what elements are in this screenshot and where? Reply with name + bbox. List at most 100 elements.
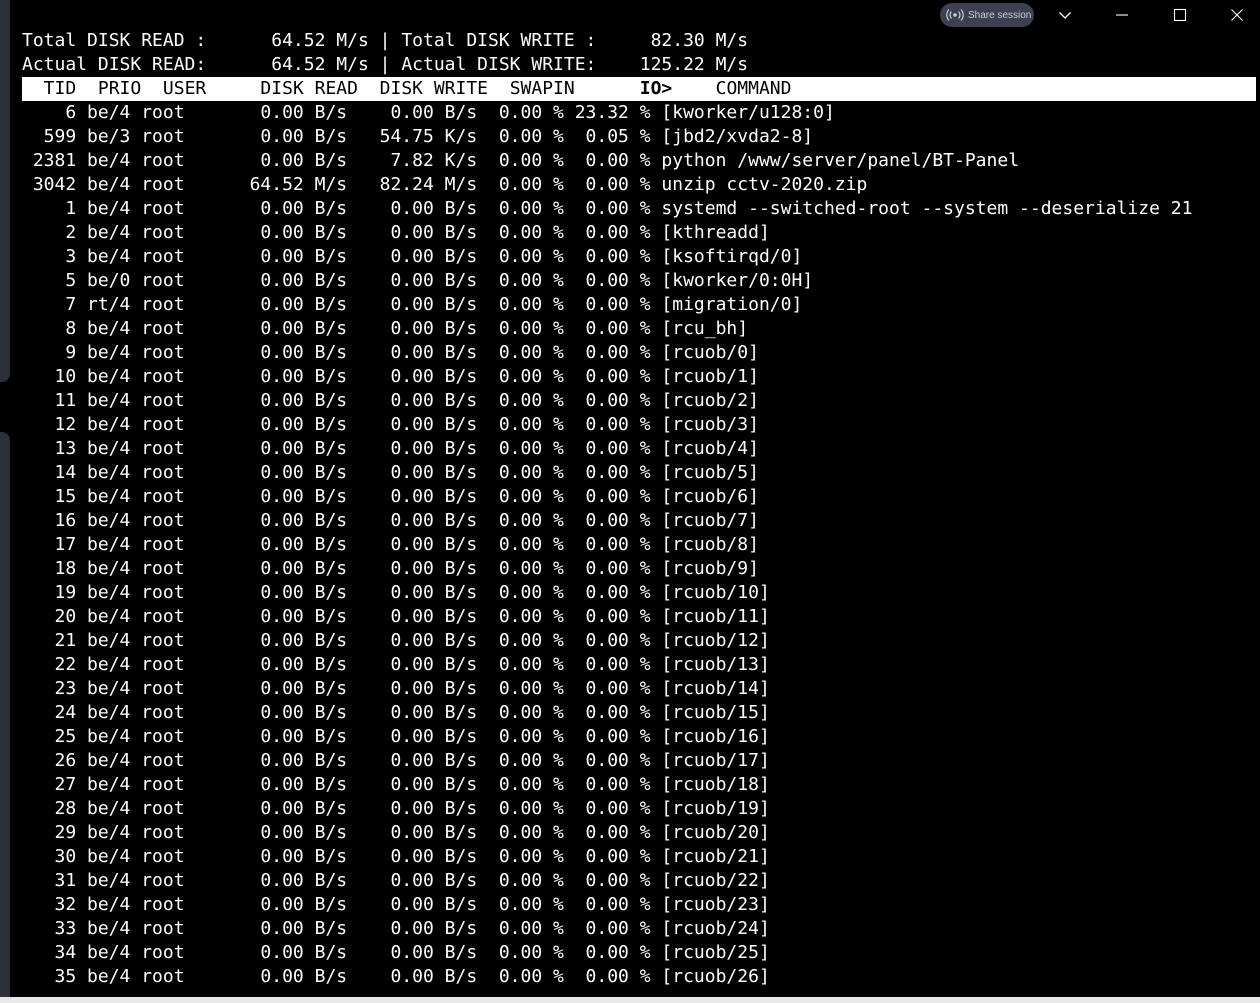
row-tid: 30	[22, 846, 77, 867]
row-command: [rcuob/14]	[650, 678, 770, 699]
row-user: root	[130, 966, 239, 987]
row-disk-write: 0.00 B/s	[347, 510, 478, 531]
maximize-button[interactable]	[1160, 0, 1200, 30]
process-row[interactable]: 599 be/3 root 0.00 B/s 54.75 K/s 0.00 % …	[22, 125, 1256, 149]
process-row[interactable]: 29 be/4 root 0.00 B/s 0.00 B/s 0.00 % 0.…	[22, 821, 1256, 845]
process-row[interactable]: 27 be/4 root 0.00 B/s 0.00 B/s 0.00 % 0.…	[22, 773, 1256, 797]
row-disk-read: 0.00 B/s	[238, 366, 348, 387]
process-row[interactable]: 28 be/4 root 0.00 B/s 0.00 B/s 0.00 % 0.…	[22, 797, 1256, 821]
column-disk-read[interactable]: DISK READ	[250, 78, 358, 99]
process-row[interactable]: 3042 be/4 root 64.52 M/s 82.24 M/s 0.00 …	[22, 173, 1256, 197]
share-session-button[interactable]: Share session	[940, 3, 1034, 27]
row-disk-write: 0.00 B/s	[347, 222, 478, 243]
row-prio: rt/4	[76, 294, 131, 315]
close-button[interactable]	[1217, 0, 1257, 30]
column-io-sorted[interactable]: IO>	[575, 78, 673, 99]
process-row[interactable]: 26 be/4 root 0.00 B/s 0.00 B/s 0.00 % 0.…	[22, 749, 1256, 773]
column-prio[interactable]: PRIO	[76, 78, 141, 99]
row-disk-read: 0.00 B/s	[238, 462, 348, 483]
row-io: 0.00 %	[563, 726, 651, 747]
broadcast-icon	[946, 9, 964, 21]
iotop-output[interactable]: Total DISK READ : 64.52 M/s | Total DISK…	[22, 29, 1256, 989]
row-user: root	[130, 774, 239, 795]
row-swapin: 0.00 %	[477, 510, 564, 531]
row-swapin: 0.00 %	[477, 870, 564, 891]
row-command: [rcuob/12]	[650, 630, 770, 651]
column-disk-write[interactable]: DISK WRITE	[358, 78, 488, 99]
process-row[interactable]: 16 be/4 root 0.00 B/s 0.00 B/s 0.00 % 0.…	[22, 509, 1256, 533]
process-row[interactable]: 13 be/4 root 0.00 B/s 0.00 B/s 0.00 % 0.…	[22, 437, 1256, 461]
column-command[interactable]: COMMAND	[672, 78, 792, 99]
process-row[interactable]: 35 be/4 root 0.00 B/s 0.00 B/s 0.00 % 0.…	[22, 965, 1256, 989]
process-row[interactable]: 17 be/4 root 0.00 B/s 0.00 B/s 0.00 % 0.…	[22, 533, 1256, 557]
minimize-button[interactable]	[1102, 0, 1142, 30]
process-row[interactable]: 1 be/4 root 0.00 B/s 0.00 B/s 0.00 % 0.0…	[22, 197, 1256, 221]
row-swapin: 0.00 %	[477, 918, 564, 939]
process-row[interactable]: 8 be/4 root 0.00 B/s 0.00 B/s 0.00 % 0.0…	[22, 317, 1256, 341]
row-tid: 2	[22, 222, 77, 243]
process-row[interactable]: 12 be/4 root 0.00 B/s 0.00 B/s 0.00 % 0.…	[22, 413, 1256, 437]
process-row[interactable]: 22 be/4 root 0.00 B/s 0.00 B/s 0.00 % 0.…	[22, 653, 1256, 677]
row-prio: be/4	[76, 846, 131, 867]
process-row[interactable]: 9 be/4 root 0.00 B/s 0.00 B/s 0.00 % 0.0…	[22, 341, 1256, 365]
process-row[interactable]: 19 be/4 root 0.00 B/s 0.00 B/s 0.00 % 0.…	[22, 581, 1256, 605]
row-prio: be/4	[76, 870, 131, 891]
process-row[interactable]: 18 be/4 root 0.00 B/s 0.00 B/s 0.00 % 0.…	[22, 557, 1256, 581]
process-row[interactable]: 34 be/4 root 0.00 B/s 0.00 B/s 0.00 % 0.…	[22, 941, 1256, 965]
actual-read-value: 64.52 M/s	[217, 54, 369, 75]
process-row[interactable]: 24 be/4 root 0.00 B/s 0.00 B/s 0.00 % 0.…	[22, 701, 1256, 725]
row-io: 0.00 %	[563, 606, 651, 627]
process-row[interactable]: 23 be/4 root 0.00 B/s 0.00 B/s 0.00 % 0.…	[22, 677, 1256, 701]
column-tid[interactable]: TID	[22, 78, 77, 99]
row-command: [rcuob/21]	[650, 846, 770, 867]
row-prio: be/4	[76, 582, 131, 603]
row-tid: 32	[22, 894, 77, 915]
chevron-down-button[interactable]	[1045, 0, 1085, 30]
process-row[interactable]: 20 be/4 root 0.00 B/s 0.00 B/s 0.00 % 0.…	[22, 605, 1256, 629]
row-user: root	[130, 582, 239, 603]
row-tid: 27	[22, 774, 77, 795]
process-row[interactable]: 2381 be/4 root 0.00 B/s 7.82 K/s 0.00 % …	[22, 149, 1256, 173]
row-tid: 15	[22, 486, 77, 507]
process-row[interactable]: 6 be/4 root 0.00 B/s 0.00 B/s 0.00 % 23.…	[22, 101, 1256, 125]
process-row[interactable]: 14 be/4 root 0.00 B/s 0.00 B/s 0.00 % 0.…	[22, 461, 1256, 485]
process-row[interactable]: 5 be/0 root 0.00 B/s 0.00 B/s 0.00 % 0.0…	[22, 269, 1256, 293]
row-prio: be/4	[76, 486, 131, 507]
row-prio: be/4	[76, 366, 131, 387]
process-row[interactable]: 7 rt/4 root 0.00 B/s 0.00 B/s 0.00 % 0.0…	[22, 293, 1256, 317]
column-swapin[interactable]: SWAPIN	[488, 78, 575, 99]
row-user: root	[130, 246, 239, 267]
row-user: root	[130, 270, 239, 291]
row-swapin: 0.00 %	[477, 582, 564, 603]
row-user: root	[130, 894, 239, 915]
process-row[interactable]: 30 be/4 root 0.00 B/s 0.00 B/s 0.00 % 0.…	[22, 845, 1256, 869]
row-prio: be/4	[76, 894, 131, 915]
row-disk-write: 0.00 B/s	[347, 366, 478, 387]
taskbar-strip	[0, 997, 1260, 1003]
row-prio: be/4	[76, 390, 131, 411]
row-disk-write: 0.00 B/s	[347, 870, 478, 891]
process-row[interactable]: 25 be/4 root 0.00 B/s 0.00 B/s 0.00 % 0.…	[22, 725, 1256, 749]
row-command: [rcuob/17]	[650, 750, 770, 771]
row-command: [rcuob/2]	[650, 390, 759, 411]
row-user: root	[130, 294, 239, 315]
process-row[interactable]: 3 be/4 root 0.00 B/s 0.00 B/s 0.00 % 0.0…	[22, 245, 1256, 269]
row-io: 0.00 %	[563, 918, 651, 939]
row-io: 0.00 %	[563, 438, 651, 459]
process-row[interactable]: 31 be/4 root 0.00 B/s 0.00 B/s 0.00 % 0.…	[22, 869, 1256, 893]
row-prio: be/4	[76, 774, 131, 795]
process-row[interactable]: 15 be/4 root 0.00 B/s 0.00 B/s 0.00 % 0.…	[22, 485, 1256, 509]
row-io: 0.00 %	[563, 270, 651, 291]
column-user[interactable]: USER	[141, 78, 249, 99]
row-command: python /www/server/panel/BT-Panel	[650, 150, 1020, 171]
row-disk-read: 0.00 B/s	[238, 270, 348, 291]
process-row[interactable]: 11 be/4 root 0.00 B/s 0.00 B/s 0.00 % 0.…	[22, 389, 1256, 413]
process-row[interactable]: 10 be/4 root 0.00 B/s 0.00 B/s 0.00 % 0.…	[22, 365, 1256, 389]
process-row[interactable]: 33 be/4 root 0.00 B/s 0.00 B/s 0.00 % 0.…	[22, 917, 1256, 941]
row-prio: be/4	[76, 150, 131, 171]
process-row[interactable]: 32 be/4 root 0.00 B/s 0.00 B/s 0.00 % 0.…	[22, 893, 1256, 917]
process-list: 6 be/4 root 0.00 B/s 0.00 B/s 0.00 % 23.…	[22, 101, 1256, 989]
process-row[interactable]: 2 be/4 root 0.00 B/s 0.00 B/s 0.00 % 0.0…	[22, 221, 1256, 245]
process-row[interactable]: 21 be/4 root 0.00 B/s 0.00 B/s 0.00 % 0.…	[22, 629, 1256, 653]
row-prio: be/4	[76, 246, 131, 267]
